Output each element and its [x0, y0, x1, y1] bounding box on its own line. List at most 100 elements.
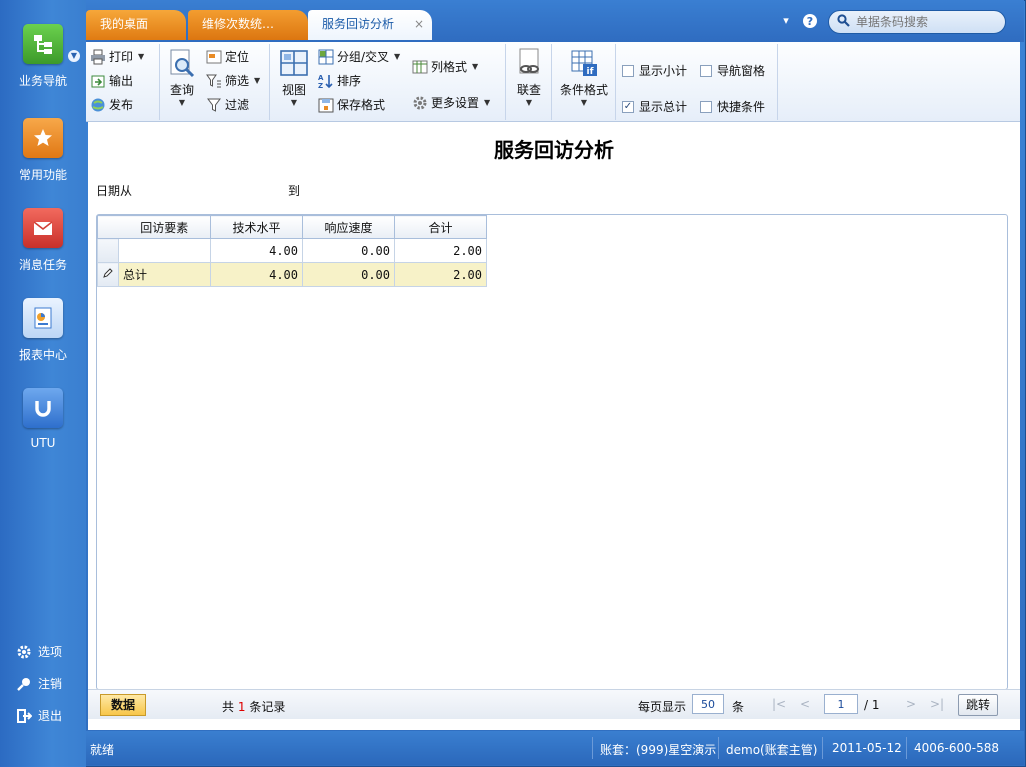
record-prefix: 共	[222, 700, 235, 714]
publish-button[interactable]: 发布	[90, 96, 133, 113]
row-header-corner	[97, 215, 119, 239]
table-cell[interactable]: 总计	[118, 262, 211, 287]
gear-icon	[16, 644, 32, 660]
globe-icon	[90, 97, 106, 113]
help-icon[interactable]: ?	[802, 13, 818, 29]
mail-icon	[23, 208, 63, 248]
date-info: 2011-05-12	[832, 741, 902, 755]
per-page-input[interactable]	[692, 694, 724, 714]
show-total-checkbox[interactable]: ✓ 显示总计	[622, 98, 687, 115]
search-input[interactable]	[856, 15, 996, 29]
last-page-icon[interactable]: >|	[930, 697, 944, 711]
page-number-input[interactable]	[824, 694, 858, 714]
row-header[interactable]	[97, 238, 119, 263]
column-header[interactable]: 回访要素	[118, 215, 211, 239]
table-row[interactable]: 4.00 0.00 2.00	[97, 238, 487, 263]
gear-icon	[412, 95, 428, 111]
locate-button[interactable]: 定位	[206, 48, 249, 65]
save-format-button[interactable]: 保存格式	[318, 96, 385, 113]
group-cross-label: 分组/交叉	[337, 50, 390, 64]
magnifier-document-icon	[167, 48, 197, 78]
sort-button[interactable]: AZ 排序	[318, 72, 361, 90]
data-button[interactable]: 数据	[100, 694, 146, 716]
sidebar-item-label: 业务导航	[18, 74, 67, 88]
table-cell[interactable]: 0.00	[302, 262, 395, 287]
chevron-down-icon[interactable]: ▼	[68, 50, 80, 62]
link-document-icon	[514, 48, 544, 78]
table-cell[interactable]	[118, 238, 211, 263]
filter-button[interactable]: 过滤	[206, 96, 249, 113]
view-button[interactable]: 视图 ▼	[276, 48, 312, 107]
sidebar: ▼ 业务导航 常用功能 消息任务 报表中心 UTU 选项 注销 退出	[0, 0, 86, 767]
condition-format-button[interactable]: if 条件格式 ▼	[554, 48, 614, 107]
record-count-value: 1	[237, 700, 246, 714]
sidebar-item-label: 报表中心	[18, 348, 67, 362]
date-to-label: 到	[288, 184, 301, 198]
sidebar-item-report-center[interactable]: 报表中心	[0, 298, 86, 363]
condition-format-icon: if	[569, 48, 599, 78]
table-cell[interactable]: 2.00	[394, 238, 487, 263]
total-row[interactable]: 总计 4.00 0.00 2.00	[97, 262, 487, 287]
exit-link[interactable]: 退出	[16, 707, 62, 724]
dropdown-arrow-icon: ▼	[290, 98, 298, 107]
barcode-search[interactable]	[828, 10, 1006, 34]
close-icon[interactable]: ×	[414, 10, 424, 38]
show-subtotal-checkbox[interactable]: 显示小计	[622, 62, 687, 79]
page-title: 服务回访分析	[494, 138, 614, 162]
link-query-button[interactable]: 联查 ▼	[510, 48, 548, 107]
ribbon-group-display: 显示小计 导航窗格 ✓ 显示总计 快捷条件	[616, 44, 778, 120]
print-button[interactable]: 打印 ▼	[90, 48, 144, 65]
sidebar-item-common-functions[interactable]: 常用功能	[0, 118, 86, 183]
utu-icon	[23, 388, 63, 428]
quick-condition-label: 快捷条件	[717, 100, 766, 114]
funnel-icon	[206, 97, 222, 113]
report-table: 回访要素 技术水平 响应速度 合计 4.00 0.00 2.00 总计 4.00…	[97, 215, 487, 287]
column-format-button[interactable]: 列格式 ▼	[412, 58, 478, 75]
table-cell[interactable]: 4.00	[210, 262, 303, 287]
dropdown-arrow-icon[interactable]: ▾	[778, 13, 794, 29]
jump-button[interactable]: 跳转	[958, 694, 998, 716]
more-settings-button[interactable]: 更多设置 ▼	[412, 94, 490, 111]
options-link[interactable]: 选项	[16, 643, 62, 660]
ribbon-group-output: 打印 ▼ 输出 发布	[86, 44, 160, 120]
more-settings-label: 更多设置	[431, 96, 480, 110]
dropdown-arrow-icon: ▼	[525, 98, 533, 107]
table-cell[interactable]: 4.00	[210, 238, 303, 263]
dropdown-arrow-icon: ▼	[254, 76, 261, 85]
row-header[interactable]	[97, 262, 119, 287]
sidebar-item-label: 消息任务	[18, 258, 67, 272]
export-button[interactable]: 输出	[90, 72, 133, 89]
tab-repair-stats[interactable]: 维修次数统…	[188, 10, 308, 40]
logout-link[interactable]: 注销	[16, 675, 62, 692]
quick-condition-checkbox[interactable]: 快捷条件	[700, 98, 765, 115]
column-header[interactable]: 技术水平	[210, 215, 303, 239]
user-info: demo(账套主管)	[726, 743, 818, 757]
tab-service-visit-analysis[interactable]: 服务回访分析 ×	[308, 10, 432, 40]
per-page-unit: 条	[732, 700, 745, 714]
nav-pane-checkbox[interactable]: 导航窗格	[700, 62, 765, 79]
column-header[interactable]: 响应速度	[302, 215, 395, 239]
group-cross-button[interactable]: 分组/交叉 ▼	[318, 48, 400, 65]
tab-my-desktop[interactable]: 我的桌面	[86, 10, 186, 40]
show-total-label: 显示总计	[639, 100, 688, 114]
dropdown-arrow-icon: ▼	[472, 62, 479, 71]
prev-page-icon[interactable]: <	[800, 697, 810, 711]
column-header[interactable]: 合计	[394, 215, 487, 239]
account-info: 账套：(999)星空演示	[600, 743, 717, 757]
sidebar-item-utu[interactable]: UTU	[0, 388, 86, 450]
first-page-icon[interactable]: |<	[772, 697, 786, 711]
funnel-list-icon	[206, 73, 222, 89]
svg-text:A: A	[318, 74, 324, 82]
sidebar-item-messages[interactable]: 消息任务	[0, 208, 86, 273]
exit-icon	[16, 708, 32, 724]
filter-select-button[interactable]: 筛选 ▼	[206, 72, 260, 89]
table-cell[interactable]: 0.00	[302, 238, 395, 263]
query-label: 查询	[169, 83, 194, 97]
page-total: / 1	[864, 698, 880, 712]
next-page-icon[interactable]: >	[906, 697, 916, 711]
table-cell[interactable]: 2.00	[394, 262, 487, 287]
tab-bar: 我的桌面 维修次数统… 服务回访分析 × ▾ ?	[86, 0, 1024, 42]
query-button[interactable]: 查询 ▼	[164, 48, 200, 107]
divider	[906, 737, 907, 759]
sidebar-item-business-nav[interactable]: ▼ 业务导航	[0, 24, 86, 89]
